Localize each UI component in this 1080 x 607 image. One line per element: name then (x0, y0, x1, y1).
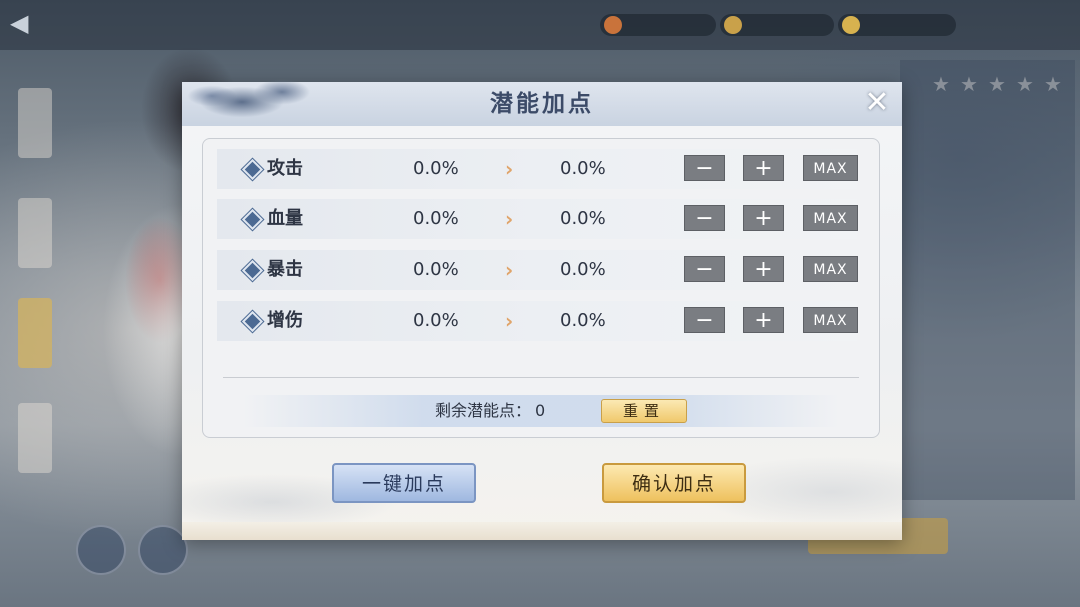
resource-pill-1 (600, 14, 716, 36)
stat-current-value: 0.0% (413, 208, 459, 229)
sidebar-tab (18, 403, 52, 473)
increase-button[interactable]: + (743, 205, 784, 231)
stat-next-value: 0.0% (560, 310, 606, 331)
arrow-right-icon: › (505, 309, 514, 333)
star-icon: ★ (988, 72, 1006, 96)
star-icon: ★ (932, 72, 950, 96)
diamond-icon (241, 158, 264, 181)
arrow-right-icon: › (505, 157, 514, 181)
increase-button[interactable]: + (743, 155, 784, 181)
stat-next-value: 0.0% (560, 158, 606, 179)
resource-pill-2 (720, 14, 834, 36)
max-button[interactable]: MAX (803, 205, 858, 231)
sidebar-tab-active (18, 298, 52, 368)
skill-orb (138, 525, 188, 575)
stats-panel: 攻击 0.0% › 0.0% − + MAX 血量 0.0% › 0.0% − … (202, 138, 880, 438)
max-button[interactable]: MAX (803, 155, 858, 181)
close-icon[interactable]: ✕ (862, 88, 892, 118)
diamond-icon (241, 208, 264, 231)
decrease-button[interactable]: − (684, 155, 725, 181)
max-button[interactable]: MAX (803, 256, 858, 282)
stat-name: 增伤 (267, 310, 303, 331)
stat-name: 暴击 (267, 259, 303, 280)
dialog-footer (182, 522, 902, 540)
remaining-points-value: 0 (535, 401, 546, 420)
star-icon: ★ (1016, 72, 1034, 96)
potential-points-dialog: 潜能加点 ✕ 攻击 0.0% › 0.0% − + MAX 血量 0.0% › … (172, 62, 902, 540)
stat-name: 攻击 (267, 158, 303, 179)
stat-row-attack: 攻击 0.0% › 0.0% − + MAX (217, 149, 858, 189)
increase-button[interactable]: + (743, 256, 784, 282)
stat-next-value: 0.0% (560, 259, 606, 280)
stat-current-value: 0.0% (413, 310, 459, 331)
stat-row-hp: 血量 0.0% › 0.0% − + MAX (217, 199, 858, 239)
sidebar-tab (18, 88, 52, 158)
diamond-icon (241, 310, 264, 333)
dialog-header: 潜能加点 ✕ (172, 62, 902, 126)
stat-current-value: 0.0% (413, 259, 459, 280)
decrease-button[interactable]: − (684, 307, 725, 333)
arrow-right-icon: › (505, 207, 514, 231)
coin-icon (724, 16, 742, 34)
divider (223, 377, 859, 378)
arrow-right-icon: › (505, 258, 514, 282)
confirm-allocate-button[interactable]: 确认加点 (602, 463, 746, 503)
back-arrow-icon[interactable]: ◀ (10, 10, 32, 36)
background-right-panel (900, 60, 1075, 500)
stat-row-damage-boost: 增伤 0.0% › 0.0% − + MAX (217, 301, 858, 341)
reset-button[interactable]: 重置 (601, 399, 687, 423)
resource-pill-3 (838, 14, 956, 36)
sidebar-tab (18, 198, 52, 268)
gem-icon (604, 16, 622, 34)
background-sidebar (18, 58, 56, 488)
remaining-points-bar: 剩余潜能点： 0 重置 (243, 395, 839, 427)
stat-current-value: 0.0% (413, 158, 459, 179)
star-icon: ★ (960, 72, 978, 96)
max-button[interactable]: MAX (803, 307, 858, 333)
increase-button[interactable]: + (743, 307, 784, 333)
dialog-title: 潜能加点 (490, 91, 594, 117)
star-icon: ★ (1044, 72, 1062, 96)
auto-allocate-button[interactable]: 一键加点 (332, 463, 476, 503)
remaining-points-label: 剩余潜能点： (435, 401, 532, 420)
stat-row-crit: 暴击 0.0% › 0.0% − + MAX (217, 250, 858, 290)
diamond-icon (241, 259, 264, 282)
skill-orb (76, 525, 126, 575)
stat-name: 血量 (267, 208, 303, 229)
token-icon (842, 16, 860, 34)
decrease-button[interactable]: − (684, 256, 725, 282)
stat-next-value: 0.0% (560, 208, 606, 229)
decrease-button[interactable]: − (684, 205, 725, 231)
